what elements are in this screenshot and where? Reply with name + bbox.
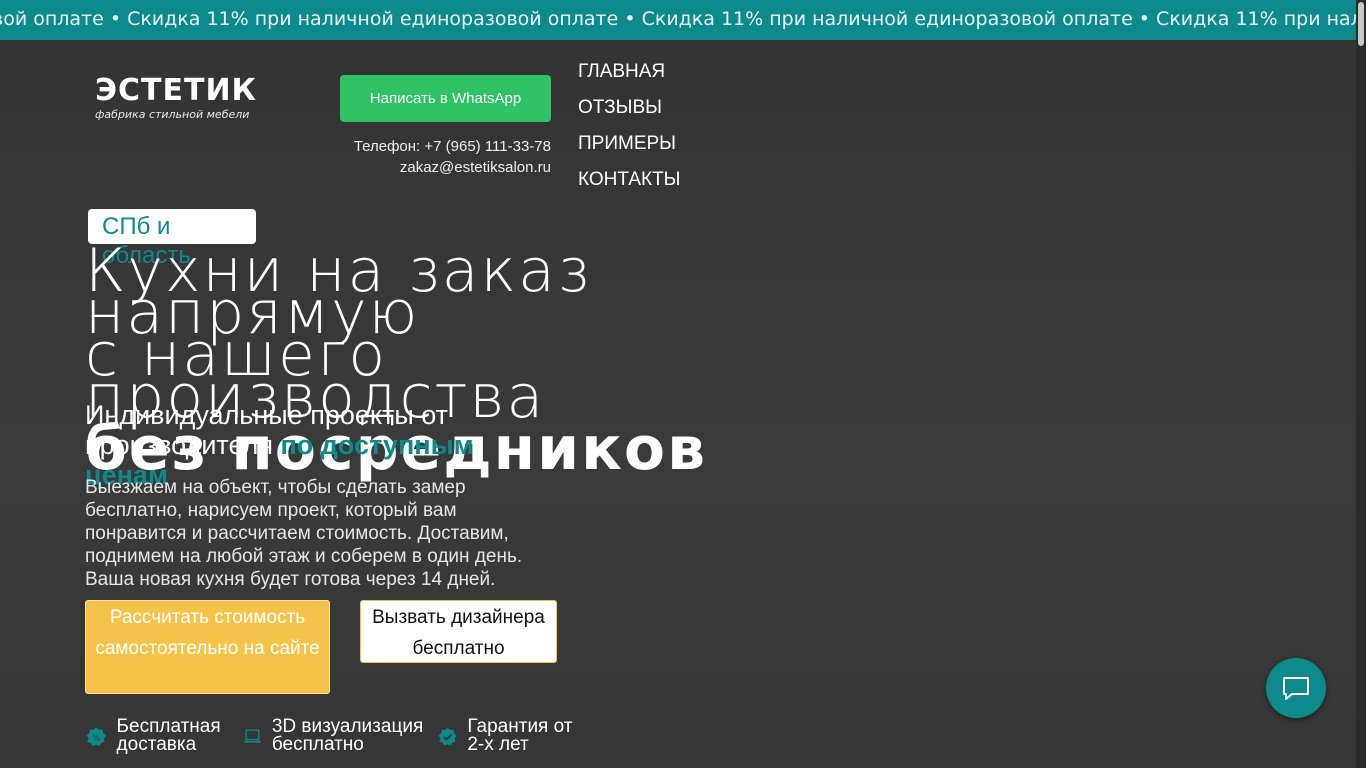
page-scrollbar[interactable] bbox=[1356, 0, 1366, 768]
phone-link[interactable]: Телефон: +7 (965) 111-33-78 bbox=[300, 136, 551, 157]
main-nav: ГЛАВНАЯ ОТЗЫВЫ ПРИМЕРЫ КОНТАКТЫ bbox=[578, 60, 681, 204]
guarantee-badge-icon bbox=[438, 727, 457, 746]
contact-info: Телефон: +7 (965) 111-33-78 zakaz@esteti… bbox=[300, 136, 551, 178]
whatsapp-button[interactable]: Написать в WhatsApp bbox=[340, 75, 551, 122]
chat-bubble-icon bbox=[1283, 677, 1309, 700]
feature-label: Гарантия от 2-х лет bbox=[467, 716, 573, 755]
scrollbar-thumb[interactable] bbox=[1358, 2, 1364, 46]
nav-item-home[interactable]: ГЛАВНАЯ bbox=[578, 60, 681, 96]
hero-description: Выезжаем на объект, чтобы сделать замер … bbox=[85, 477, 523, 590]
promo-ticker: вой оплате • Скидка 11% при наличной еди… bbox=[0, 0, 1356, 40]
call-designer-button[interactable]: Вызвать дизайнера бесплатно bbox=[360, 600, 557, 663]
chat-widget-button[interactable] bbox=[1266, 658, 1326, 718]
laptop-icon bbox=[244, 729, 261, 743]
feature-3d-visualization: 3D визуализация бесплатно bbox=[243, 716, 428, 755]
discount-badge-icon: % bbox=[86, 727, 106, 746]
feature-free-delivery: % Бесплатная доставка bbox=[86, 716, 246, 755]
nav-item-reviews[interactable]: ОТЗЫВЫ bbox=[578, 96, 681, 132]
promo-ticker-text: вой оплате • Скидка 11% при наличной еди… bbox=[0, 8, 1356, 30]
site-logo[interactable]: ЭСТЕТИК фабрика стильной мебели bbox=[95, 73, 258, 122]
logo-title: ЭСТЕТИК bbox=[95, 73, 258, 108]
calculate-cost-button[interactable]: Рассчитать стоимость самостоятельно на с… bbox=[85, 600, 330, 694]
feature-label: Бесплатная доставка bbox=[116, 716, 221, 755]
logo-subtitle: фабрика стильной мебели bbox=[95, 108, 250, 121]
nav-item-contacts[interactable]: КОНТАКТЫ bbox=[578, 168, 681, 204]
email-link[interactable]: zakaz@estetiksalon.ru bbox=[300, 157, 551, 178]
nav-item-examples[interactable]: ПРИМЕРЫ bbox=[578, 132, 681, 168]
feature-guarantee: Гарантия от 2-х лет bbox=[438, 716, 578, 755]
svg-text:%: % bbox=[92, 732, 100, 742]
feature-label: 3D визуализация бесплатно bbox=[271, 716, 424, 755]
